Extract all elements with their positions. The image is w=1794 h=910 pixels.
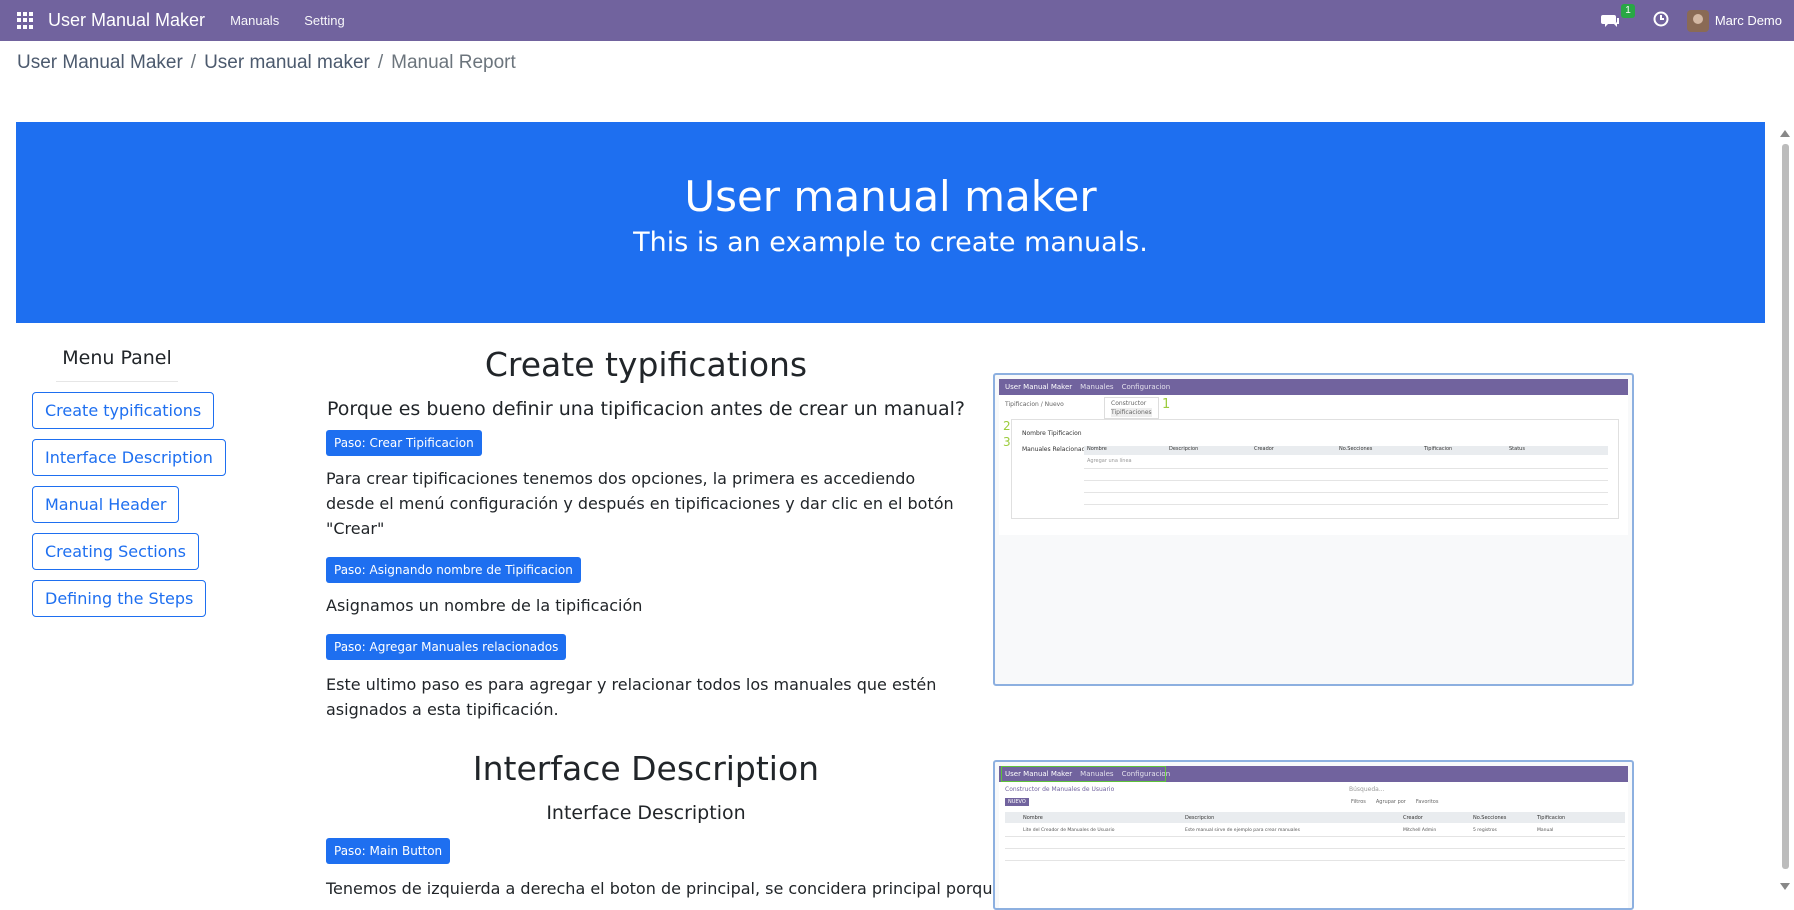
mini-dropdown: Constructor Tipificaciones bbox=[1104, 397, 1159, 419]
step-screenshot[interactable]: User Manual Maker Manuales Configuracion… bbox=[993, 373, 1634, 686]
section-create-typifications: Create typifications Porque es bueno def… bbox=[326, 345, 966, 722]
mini-col: Descripcion bbox=[1169, 446, 1199, 452]
marker-number: 1 bbox=[1162, 397, 1171, 412]
section-title: Create typifications bbox=[484, 345, 808, 384]
scroll-thumb[interactable] bbox=[1782, 144, 1789, 869]
scroll-down-icon[interactable] bbox=[1780, 883, 1790, 890]
chat-icon[interactable]: 1 bbox=[1600, 3, 1635, 29]
mini-filters: Filtros Agrupar por Favoritos bbox=[1351, 799, 1438, 805]
scroll-up-icon[interactable] bbox=[1780, 130, 1790, 137]
step-text: Este ultimo paso es para agregar y relac… bbox=[326, 675, 937, 719]
mini-col: No.Secciones bbox=[1473, 814, 1507, 821]
section-interface-description: Interface Description Interface Descript… bbox=[326, 749, 1046, 901]
hero-banner: User manual maker This is an example to … bbox=[16, 122, 1765, 323]
mini-form: Nombre Tipificacion Manuales Relacionado… bbox=[1011, 419, 1619, 519]
apps-menu-icon[interactable] bbox=[17, 11, 35, 30]
nav-item-manuals[interactable]: Manuals bbox=[230, 13, 279, 28]
menu-link-defining-steps[interactable]: Defining the Steps bbox=[32, 580, 207, 617]
breadcrumb-item-current: Manual Report bbox=[391, 52, 516, 73]
mini-add-line: Agregar una línea bbox=[1087, 458, 1132, 464]
hero-title: User manual maker bbox=[684, 172, 1097, 221]
mini-filter: Agrupar por bbox=[1375, 799, 1406, 805]
menu-link-create-typifications[interactable]: Create typifications bbox=[32, 392, 215, 429]
mini-menu-item: Configuracion bbox=[1121, 383, 1171, 391]
mini-brand: User Manual Maker bbox=[1005, 383, 1073, 391]
step-button[interactable]: Paso: Asignando nombre de Tipificacion bbox=[326, 557, 581, 583]
step-text: Para crear tipificaciones tenemos dos op… bbox=[326, 469, 954, 538]
mini-filter: Favoritos bbox=[1415, 799, 1439, 805]
step-text: Tenemos de izquierda a derecha el boton … bbox=[326, 879, 1046, 898]
mini-col: Tipificacion bbox=[1537, 814, 1566, 821]
mini-col: Creador bbox=[1254, 446, 1274, 452]
mini-dropdown-item: Tipificaciones bbox=[1111, 408, 1152, 417]
step-text: Asignamos un nombre de la tipificación bbox=[326, 596, 643, 615]
mini-breadcrumb: Tipificacion / Nuevo bbox=[1005, 401, 1064, 408]
step-screenshot[interactable]: User Manual Maker Manuales Configuracion… bbox=[993, 760, 1634, 910]
mini-cell: Este manual sirve de ejemplo para crear … bbox=[1185, 827, 1300, 833]
menu-panel: Menu Panel Create typifications Interfac… bbox=[16, 347, 226, 617]
step-button[interactable]: Paso: Agregar Manuales relacionados bbox=[326, 634, 567, 660]
mini-col: No.Secciones bbox=[1339, 446, 1373, 452]
mini-dropdown-item: Constructor bbox=[1111, 400, 1147, 407]
section-subtitle: Interface Description bbox=[546, 802, 746, 824]
mini-col: Tipificacion bbox=[1424, 446, 1453, 452]
mini-filter: Filtros bbox=[1351, 799, 1366, 805]
marker-number: 2 bbox=[1003, 419, 1011, 433]
mini-table-header: Nombre Descripcion Creador No.Secciones … bbox=[1005, 812, 1625, 823]
breadcrumb-item-manual[interactable]: User manual maker bbox=[204, 52, 370, 74]
mini-new-button: NUEVO bbox=[1005, 798, 1029, 806]
mini-col: Status bbox=[1509, 446, 1525, 452]
hero-subtitle: This is an example to create manuals. bbox=[633, 227, 1148, 258]
mini-cell: Manual bbox=[1537, 827, 1554, 833]
marker-number: 3 bbox=[1003, 435, 1011, 449]
mini-col: Nombre bbox=[1087, 446, 1107, 452]
section-subtitle: Porque es bueno definir una tipificacion… bbox=[327, 398, 965, 420]
menu-link-manual-header[interactable]: Manual Header bbox=[32, 486, 180, 523]
mini-col: Creador bbox=[1403, 814, 1423, 821]
mini-search: Búsqueda... bbox=[1349, 786, 1385, 793]
mini-menu-item: Manuales bbox=[1080, 383, 1114, 391]
nav-item-setting[interactable]: Setting bbox=[304, 13, 344, 28]
chat-badge: 1 bbox=[1621, 3, 1635, 18]
breadcrumb: User Manual Maker / User manual maker / … bbox=[17, 52, 516, 74]
menu-panel-title: Menu Panel bbox=[56, 347, 178, 382]
step-button[interactable]: Paso: Crear Tipificacion bbox=[326, 430, 482, 456]
section-title: Interface Description bbox=[472, 749, 820, 788]
mini-col: Descripcion bbox=[1185, 814, 1215, 821]
mini-field-label: Manuales Relacionados bbox=[1022, 446, 1093, 453]
step-button[interactable]: Paso: Main Button bbox=[326, 838, 451, 864]
mini-field-label: Nombre Tipificacion bbox=[1022, 430, 1082, 437]
user-menu[interactable]: Marc Demo bbox=[1686, 9, 1782, 32]
mini-title: Constructor de Manuales de Usuario bbox=[1005, 786, 1115, 793]
highlight-box bbox=[1001, 766, 1166, 782]
breadcrumb-separator: / bbox=[377, 52, 384, 73]
mini-cell: Lite del Creador de Manuales de Usuario bbox=[1023, 827, 1115, 833]
mini-col: Nombre bbox=[1023, 814, 1043, 821]
breadcrumb-item-app[interactable]: User Manual Maker bbox=[17, 52, 183, 74]
breadcrumb-separator: / bbox=[190, 52, 197, 73]
menu-link-creating-sections[interactable]: Creating Sections bbox=[32, 533, 199, 570]
clock-icon[interactable] bbox=[1653, 11, 1669, 30]
mini-cell: Mitchell Admin bbox=[1403, 827, 1437, 833]
app-brand[interactable]: User Manual Maker bbox=[48, 10, 205, 31]
mini-cell: 5 registros bbox=[1473, 827, 1497, 833]
user-name: Marc Demo bbox=[1714, 13, 1782, 28]
mini-table-header: Nombre Descripcion Creador No.Secciones … bbox=[1084, 446, 1608, 455]
scrollbar[interactable] bbox=[1776, 122, 1794, 898]
menu-link-interface-description[interactable]: Interface Description bbox=[32, 439, 226, 476]
avatar bbox=[1686, 9, 1709, 32]
top-navbar: User Manual Maker Manuals Setting 1 Marc… bbox=[0, 0, 1794, 41]
mini-table-row: Lite del Creador de Manuales de Usuario … bbox=[1005, 825, 1625, 835]
